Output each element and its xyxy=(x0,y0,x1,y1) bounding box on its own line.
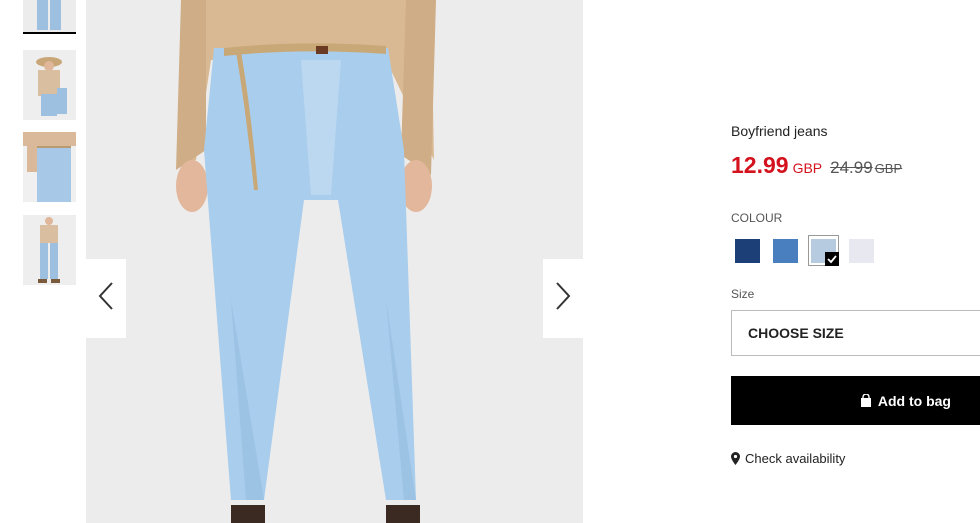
gallery-next-button[interactable] xyxy=(543,259,583,338)
current-price: 12.99 xyxy=(731,152,789,178)
swatch-white[interactable] xyxy=(849,239,874,263)
product-title: Boyfriend jeans xyxy=(731,123,828,139)
shopping-bag-icon xyxy=(860,394,872,407)
check-availability-link[interactable]: Check availability xyxy=(731,451,845,466)
gallery-prev-button[interactable] xyxy=(86,259,126,338)
price-block: 12.99 GBP 24.99 GBP xyxy=(731,152,902,179)
check-availability-label: Check availability xyxy=(745,451,846,466)
product-main-image xyxy=(86,0,583,523)
swatch-mid-blue[interactable] xyxy=(773,239,798,263)
size-select[interactable]: CHOOSE SIZE xyxy=(731,310,980,356)
checkmark-icon xyxy=(825,252,839,266)
old-price-currency: GBP xyxy=(874,161,903,176)
add-to-bag-button[interactable]: Add to bag xyxy=(731,376,980,425)
location-pin-icon xyxy=(731,452,740,465)
thumbnail-1[interactable] xyxy=(23,0,76,34)
add-to-bag-label: Add to bag xyxy=(877,392,951,409)
thumbnail-2[interactable] xyxy=(23,50,76,120)
current-price-currency: GBP xyxy=(792,160,823,176)
thumbnail-3[interactable] xyxy=(23,132,76,202)
thumbnail-4[interactable] xyxy=(23,215,76,285)
chevron-right-icon xyxy=(555,282,571,315)
size-label: Size xyxy=(731,287,755,301)
chevron-left-icon xyxy=(98,282,114,315)
colour-label: COLOUR xyxy=(731,211,783,225)
swatch-dark-navy[interactable] xyxy=(735,239,760,263)
old-price: 24.99 xyxy=(830,158,873,177)
